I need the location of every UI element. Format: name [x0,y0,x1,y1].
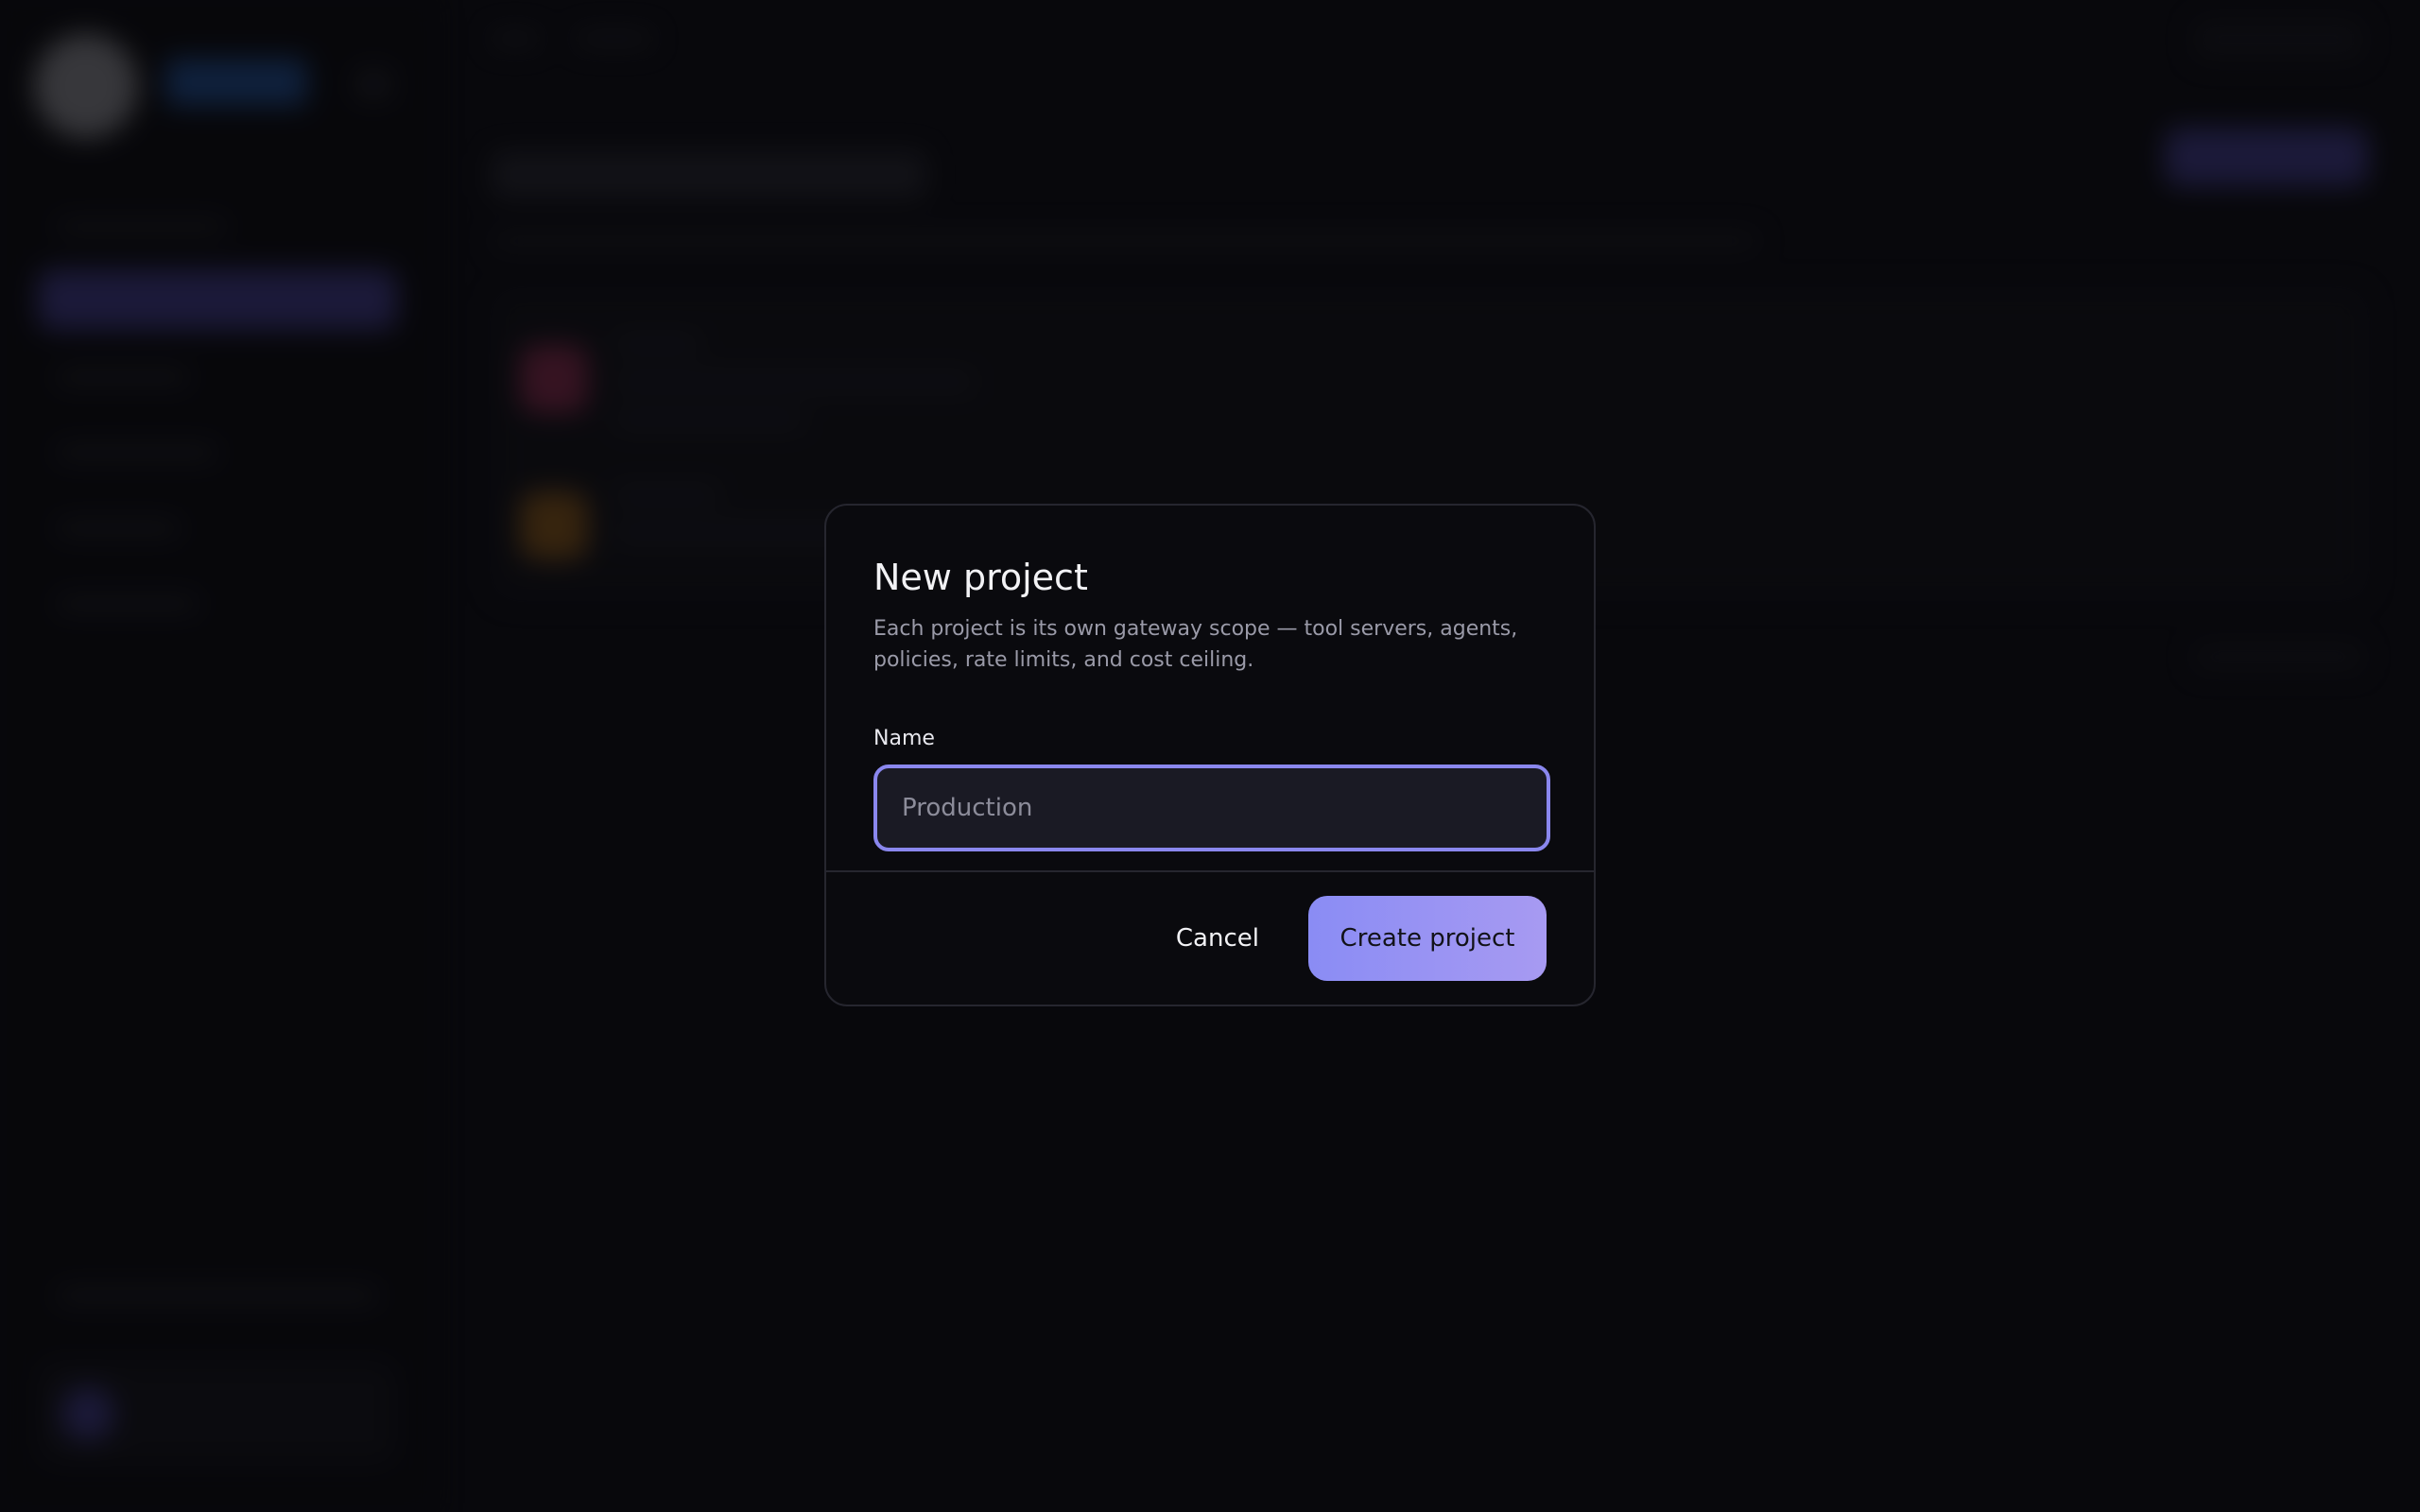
app-window: New project Each project is its own gate… [0,0,2420,1512]
name-field-label: Name [873,726,935,750]
dialog-footer: Cancel Create project [826,870,1594,1005]
dialog-body: New project Each project is its own gate… [826,506,1594,851]
create-project-button[interactable]: Create project [1308,896,1547,981]
project-name-input[interactable] [873,764,1550,851]
dialog-title: New project [873,557,1088,598]
dialog-description: Each project is its own gateway scope — … [873,616,1518,672]
new-project-dialog: New project Each project is its own gate… [824,504,1596,1006]
cancel-button[interactable]: Cancel [1161,907,1274,970]
